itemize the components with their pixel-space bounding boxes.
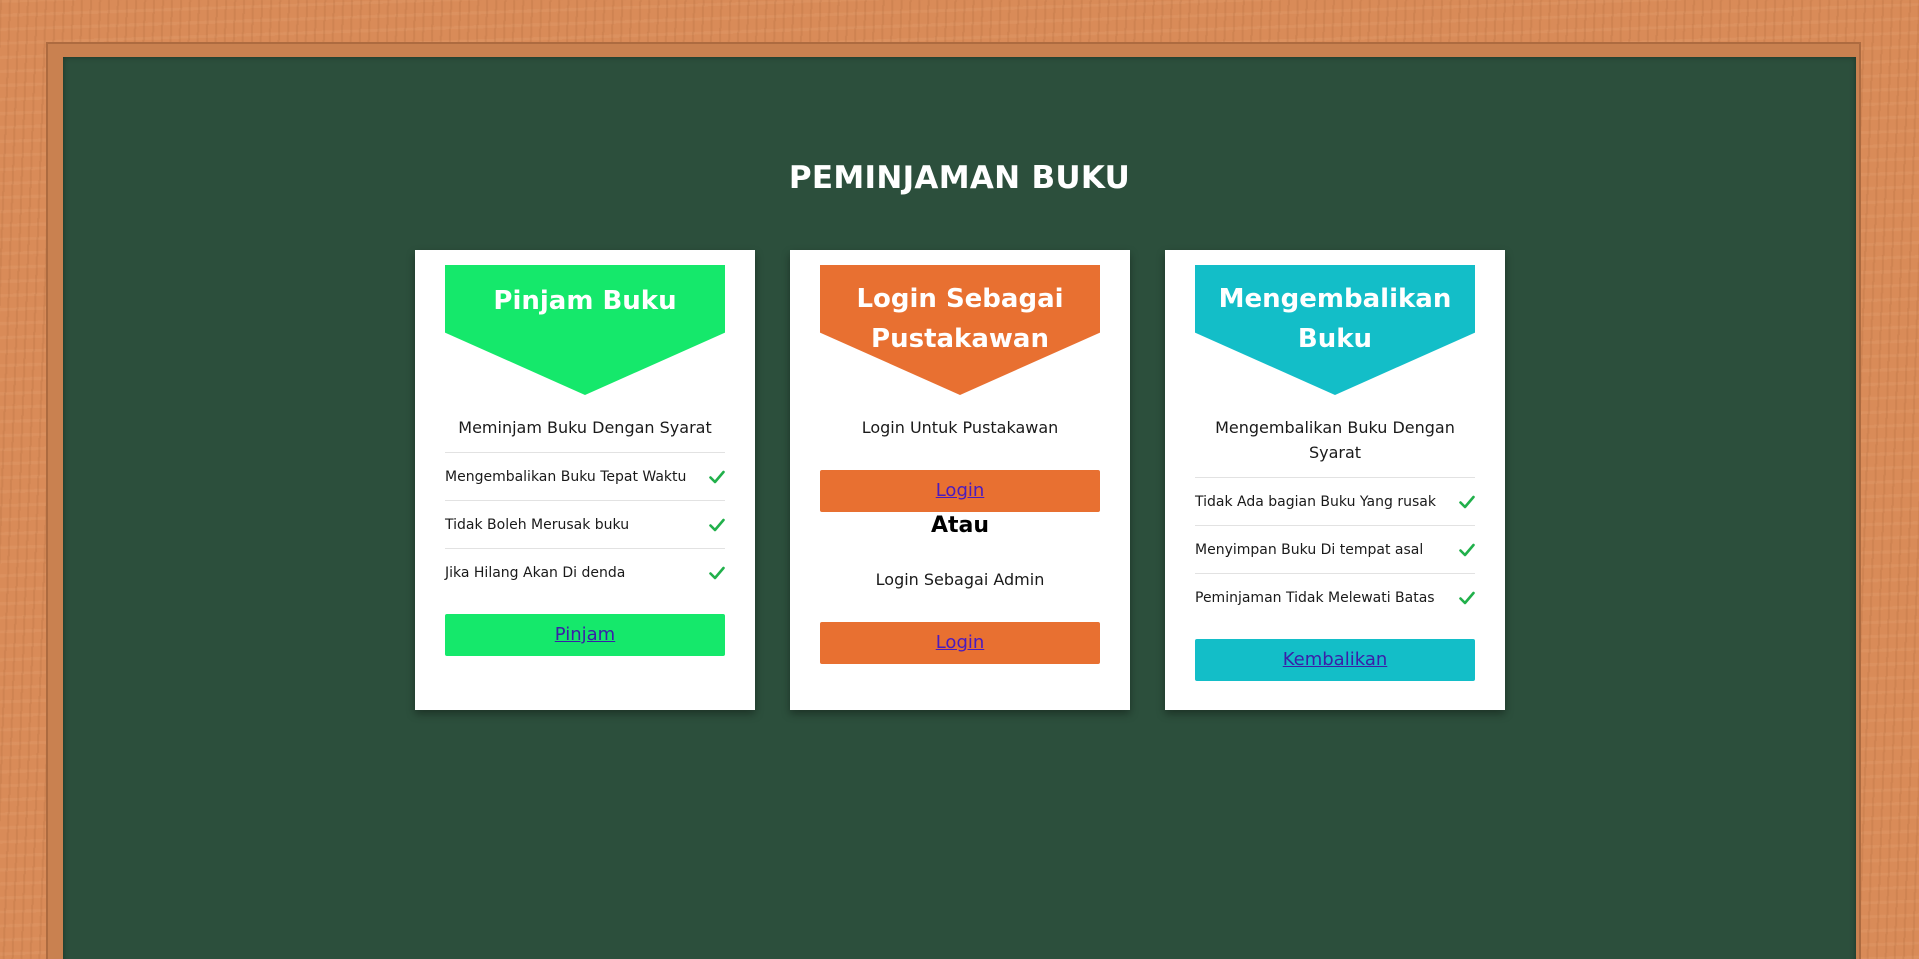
list-item-label: Menyimpan Buku Di tempat asal [1195, 541, 1424, 558]
check-icon [1459, 543, 1475, 556]
card-login-pustakawan: Login Sebagai Pustakawan Login Untuk Pus… [790, 250, 1130, 710]
card-header-ribbon: Login Sebagai Pustakawan [820, 265, 1100, 395]
list-item: Tidak Boleh Merusak buku [445, 500, 725, 548]
card-subtitle-admin: Login Sebagai Admin [875, 570, 1045, 589]
card-header-ribbon: Mengembalikan Buku [1195, 265, 1475, 395]
card-subtitle: Mengembalikan Buku Dengan Syarat [1195, 415, 1475, 465]
card-header-title: Pinjam Buku [493, 286, 677, 316]
kembalikan-button[interactable]: Kembalikan [1195, 639, 1475, 681]
card-mengembalikan-buku: Mengembalikan Buku Mengembalikan Buku De… [1165, 250, 1505, 710]
check-icon [1459, 495, 1475, 508]
card-header-title: Login Sebagai Pustakawan [820, 279, 1100, 359]
card-subtitle: Login Untuk Pustakawan [861, 418, 1059, 437]
check-icon [709, 518, 725, 531]
page-title: PEMINJAMAN BUKU [788, 160, 1131, 196]
requirements-list: Tidak Ada bagian Buku Yang rusak Menyimp… [1195, 477, 1475, 621]
list-item: Jika Hilang Akan Di denda [445, 548, 725, 596]
card-header-line2: Buku [1297, 324, 1373, 354]
list-item-label: Jika Hilang Akan Di denda [445, 564, 626, 581]
login-admin-button[interactable]: Login [820, 622, 1100, 664]
card-subtitle: Meminjam Buku Dengan Syarat [458, 418, 712, 437]
list-item-label: Tidak Ada bagian Buku Yang rusak [1195, 493, 1436, 510]
login-pustakawan-button[interactable]: Login [820, 470, 1100, 512]
card-header-line1: Mengembalikan [1218, 284, 1452, 314]
list-item: Peminjaman Tidak Melewati Batas [1195, 573, 1475, 621]
divider-text: Atau [930, 513, 990, 538]
requirements-list: Mengembalikan Buku Tepat Waktu Tidak Bol… [445, 452, 725, 596]
card-header-title: Mengembalikan Buku [1195, 279, 1475, 359]
check-icon [1459, 591, 1475, 604]
card-subtitle-line1: Mengembalikan Buku Dengan [1215, 418, 1455, 437]
card-pinjam-buku: Pinjam Buku Meminjam Buku Dengan Syarat … [415, 250, 755, 710]
card-header-line2: Pustakawan [871, 324, 1049, 354]
list-item: Menyimpan Buku Di tempat asal [1195, 525, 1475, 573]
check-icon [709, 566, 725, 579]
card-header-ribbon: Pinjam Buku [445, 265, 725, 395]
list-item-label: Mengembalikan Buku Tepat Waktu [445, 468, 687, 485]
list-item-label: Tidak Boleh Merusak buku [445, 516, 630, 533]
list-item: Mengembalikan Buku Tepat Waktu [445, 452, 725, 500]
check-icon [709, 470, 725, 483]
list-item: Tidak Ada bagian Buku Yang rusak [1195, 477, 1475, 525]
card-header-line1: Login Sebagai [856, 284, 1064, 314]
pinjam-button[interactable]: Pinjam [445, 614, 725, 656]
card-subtitle-line2: Syarat [1308, 443, 1362, 462]
list-item-label: Peminjaman Tidak Melewati Batas [1195, 589, 1435, 606]
